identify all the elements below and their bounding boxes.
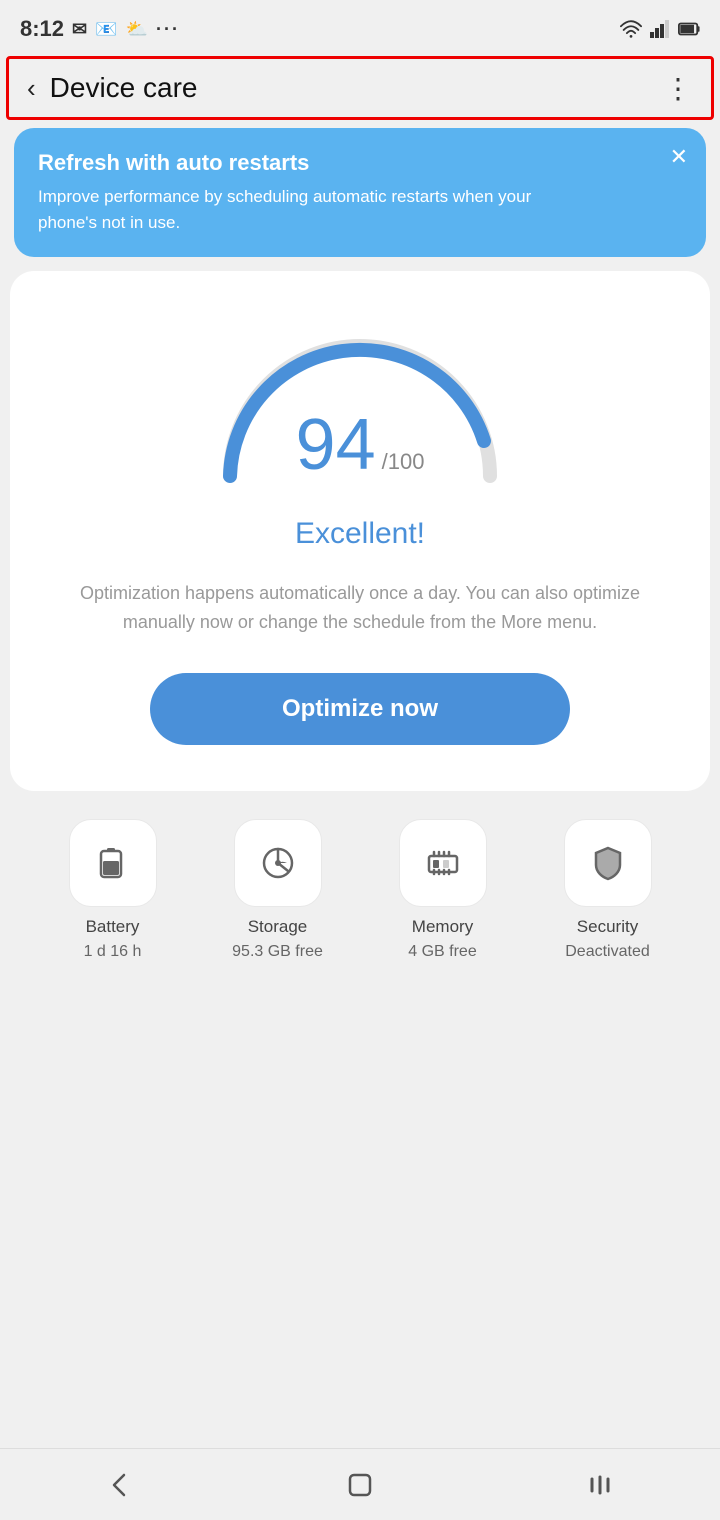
nav-recents-button[interactable] [560,1460,640,1510]
storage-icon-box [234,819,322,907]
nav-bar [0,1448,720,1520]
banner-title: Refresh with auto restarts [38,150,682,176]
banner-close-button[interactable]: ✕ [670,144,688,170]
mail-icon: 📧 [95,19,117,40]
memory-label: Memory [412,917,473,937]
battery-icon [93,843,133,883]
battery-icon-box [69,819,157,907]
app-bar-left: ‹ Device care [27,72,198,104]
score-total: /100 [382,449,425,475]
nav-back-button[interactable] [80,1460,160,1510]
weather-icon: ⛅ [126,19,148,40]
more-options-button[interactable]: ⋮ [664,72,693,105]
message-icon: ✉ [72,19,87,40]
optimize-now-button[interactable]: Optimize now [150,673,570,745]
security-item[interactable]: Security Deactivated [525,819,690,961]
security-value: Deactivated [565,943,650,961]
status-right [620,20,700,38]
memory-value: 4 GB free [408,943,476,961]
score-display: 94 /100 [296,409,425,481]
security-icon-box [564,819,652,907]
bottom-icons-section: Battery 1 d 16 h Storage 95.3 GB free [10,791,710,981]
nav-home-button[interactable] [320,1460,400,1510]
nav-back-icon [104,1469,136,1501]
hint-text: Optimization happens automatically once … [50,579,670,637]
banner-description: Improve performance by scheduling automa… [38,184,585,235]
security-label: Security [577,917,638,937]
more-dots-icon: ··· [156,19,180,40]
memory-icon-box [399,819,487,907]
battery-item[interactable]: Battery 1 d 16 h [30,819,195,961]
nav-recents-icon [584,1469,616,1501]
main-score-card: 94 /100 Excellent! Optimization happens … [10,271,710,791]
security-icon [588,843,628,883]
score-label: Excellent! [295,517,425,551]
wifi-icon [620,20,642,38]
nav-home-icon [344,1469,376,1501]
status-time: 8:12 [20,16,64,42]
storage-icon [258,843,298,883]
auto-restart-banner: Refresh with auto restarts Improve perfo… [14,128,706,257]
storage-label: Storage [248,917,308,937]
status-bar: 8:12 ✉ 📧 ⛅ ··· [0,0,720,52]
battery-label: Battery [86,917,140,937]
app-bar: ‹ Device care ⋮ [6,56,714,120]
score-number: 94 [296,409,376,481]
memory-icon [423,843,463,883]
storage-item[interactable]: Storage 95.3 GB free [195,819,360,961]
page-title: Device care [50,72,198,104]
battery-value: 1 d 16 h [84,943,142,961]
score-gauge: 94 /100 [200,311,520,491]
signal-icon [650,20,670,38]
back-button[interactable]: ‹ [27,73,36,104]
memory-item[interactable]: Memory 4 GB free [360,819,525,961]
battery-status-icon [678,20,700,38]
storage-value: 95.3 GB free [232,943,323,961]
status-left: 8:12 ✉ 📧 ⛅ ··· [20,16,180,42]
